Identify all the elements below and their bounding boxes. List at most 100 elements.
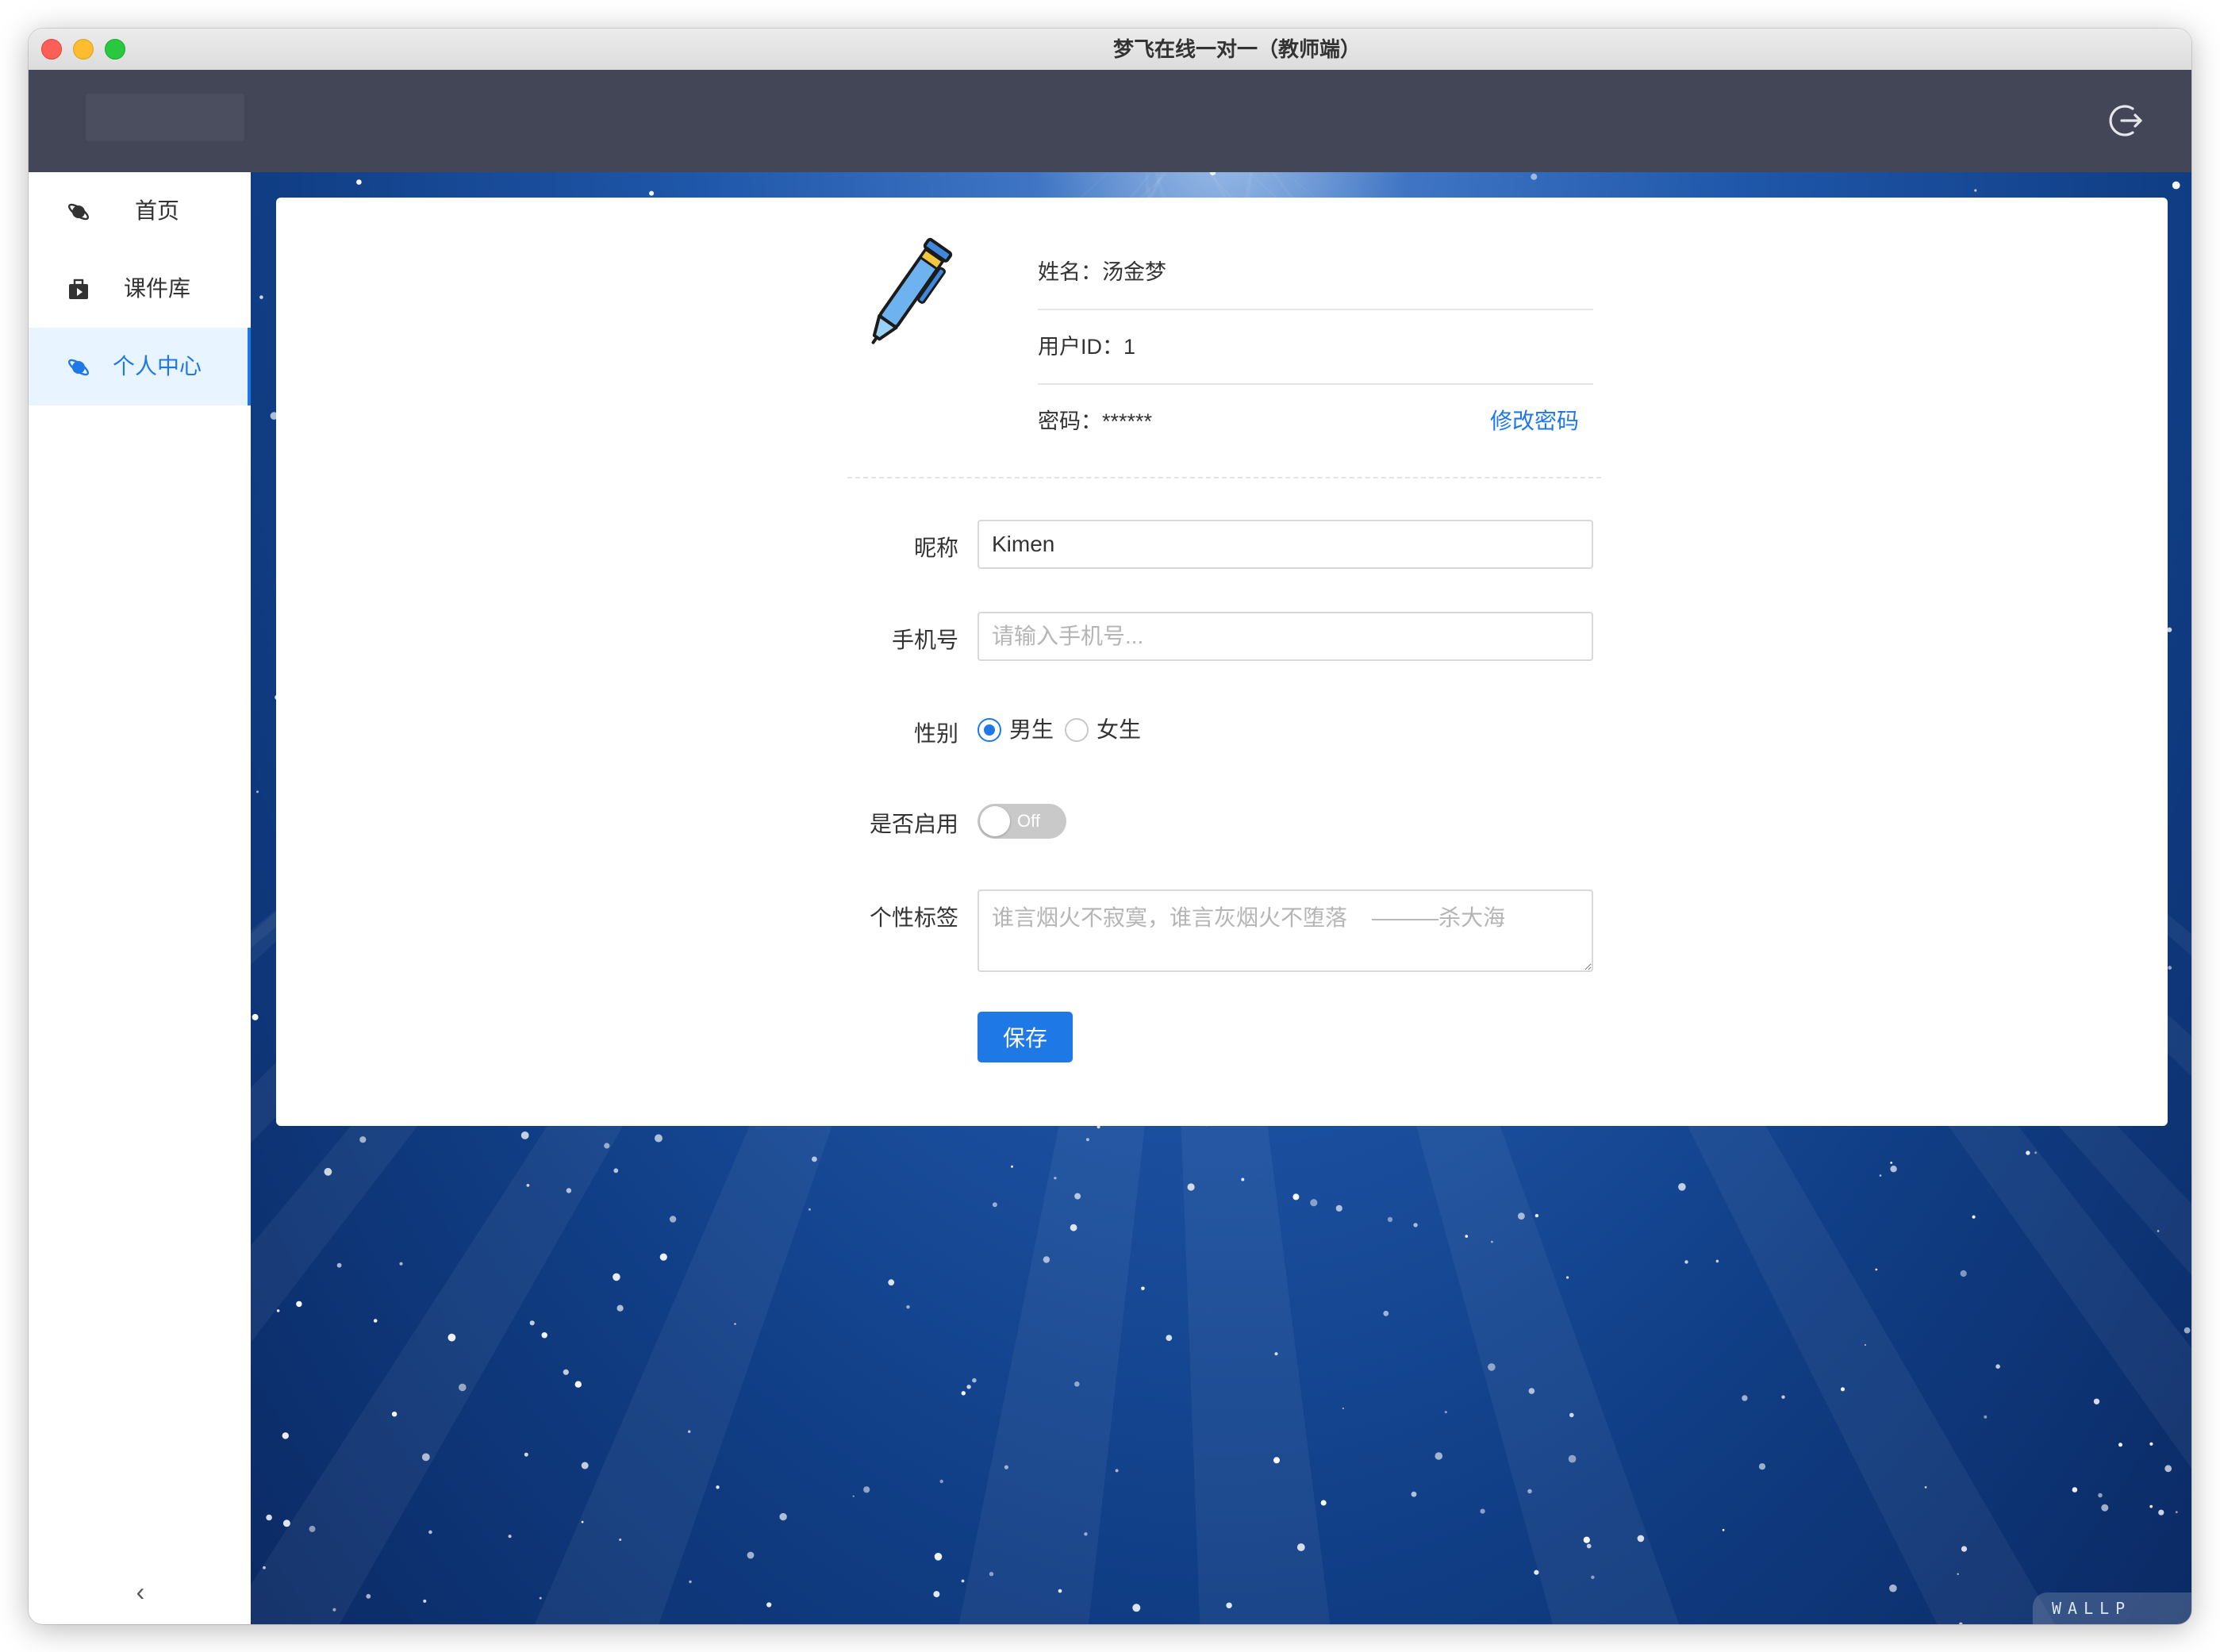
star <box>1875 1268 1878 1271</box>
star <box>1961 1546 1968 1552</box>
gender-female-label[interactable]: 女生 <box>1097 718 1141 742</box>
star <box>734 1323 736 1325</box>
star <box>1758 1463 1766 1470</box>
star <box>688 1430 691 1433</box>
enabled-toggle[interactable]: Off <box>977 804 1066 839</box>
star <box>1890 1166 1897 1173</box>
star <box>1141 1286 1145 1291</box>
star <box>541 1332 547 1339</box>
star <box>2072 1487 2078 1493</box>
star <box>1411 1491 1417 1497</box>
star <box>1534 1569 1539 1575</box>
sidebar-item-profile[interactable]: 个人中心 <box>29 328 251 405</box>
gender-male-radio[interactable] <box>977 718 1001 742</box>
title-bar: 梦飞在线一对一（教师端） <box>29 29 2191 71</box>
phone-input[interactable] <box>977 612 1593 661</box>
sidebar-item-home[interactable]: 首页 <box>29 172 251 250</box>
star <box>852 1495 855 1497</box>
star <box>1864 1343 1866 1347</box>
star <box>581 1462 589 1470</box>
star <box>1974 189 1977 192</box>
star <box>689 1580 692 1584</box>
change-password-link[interactable]: 修改密码 <box>1490 385 1579 458</box>
star <box>1528 1388 1535 1394</box>
signature-textarea[interactable] <box>977 889 1593 972</box>
star <box>1132 1604 1141 1612</box>
star <box>421 1453 430 1462</box>
star <box>1488 1363 1496 1371</box>
profile-card: 姓名：汤金梦 用户ID：1 密码：****** 修改密码 昵称 手机号 性别 男… <box>276 198 2168 1126</box>
star <box>1491 1240 1493 1243</box>
name-value: 汤金梦 <box>1102 260 1166 284</box>
star <box>2172 181 2180 190</box>
star <box>2175 1511 2178 1514</box>
save-button[interactable]: 保存 <box>977 1012 1073 1062</box>
star <box>655 1134 663 1143</box>
star <box>2093 1398 2100 1405</box>
star <box>1335 1204 1342 1212</box>
star <box>747 1551 755 1559</box>
userid-value: 1 <box>1123 335 1136 359</box>
star <box>459 1383 467 1392</box>
star <box>933 1591 940 1598</box>
star <box>716 1485 720 1489</box>
logout-icon[interactable] <box>2109 102 2147 140</box>
star <box>1054 1177 1057 1180</box>
star <box>1166 1335 1173 1341</box>
star <box>520 1131 529 1139</box>
star <box>1957 1573 1959 1576</box>
star <box>581 1520 584 1523</box>
star <box>1115 1469 1119 1473</box>
star <box>1342 1407 1344 1410</box>
star <box>428 1530 432 1535</box>
star <box>1043 1256 1050 1263</box>
star <box>2026 1151 2030 1155</box>
star <box>2101 1504 2109 1512</box>
star <box>391 1412 398 1417</box>
sidebar-item-label: 个人中心 <box>113 354 202 378</box>
star <box>613 1168 619 1174</box>
star <box>324 1167 332 1176</box>
star <box>1444 1411 1447 1414</box>
star <box>808 1208 811 1211</box>
star <box>961 1579 965 1583</box>
star <box>373 1319 378 1323</box>
star <box>1435 1452 1443 1460</box>
star <box>659 1253 667 1261</box>
star <box>1566 1276 1569 1279</box>
star <box>1274 1352 1278 1356</box>
name-row: 姓名：汤金梦 <box>1038 236 1593 310</box>
star <box>2034 1151 2038 1154</box>
sidebar-item-courseware[interactable]: 课件库 <box>29 250 251 328</box>
star <box>613 1273 620 1281</box>
gender-male-label[interactable]: 男生 <box>1009 718 1054 742</box>
star <box>1241 1178 1245 1181</box>
star <box>1591 1575 1595 1580</box>
star <box>2149 1442 2153 1446</box>
sidebar-item-label: 课件库 <box>124 276 191 301</box>
star <box>1480 1508 1485 1514</box>
app-header <box>29 70 2191 172</box>
gender-female-radio[interactable] <box>1065 718 1089 742</box>
star <box>989 1572 994 1577</box>
star <box>1004 1465 1008 1470</box>
star <box>1226 1602 1232 1609</box>
star <box>366 1593 371 1599</box>
star <box>604 1143 610 1149</box>
watermark: WALLP <box>2033 1592 2191 1624</box>
password-value: ****** <box>1102 409 1153 433</box>
star <box>616 1304 624 1312</box>
star <box>1722 1528 1725 1531</box>
sidebar: 首页 课件库 个人中心 ‹ <box>29 172 251 1624</box>
star <box>649 190 655 196</box>
star <box>1074 1381 1080 1387</box>
star <box>2158 1509 2164 1516</box>
main-content: 姓名：汤金梦 用户ID：1 密码：****** 修改密码 昵称 手机号 性别 男… <box>251 172 2191 1624</box>
nickname-input[interactable] <box>977 520 1593 569</box>
userid-row: 用户ID：1 <box>1038 310 1593 385</box>
star <box>359 1136 367 1143</box>
collapse-sidebar-button[interactable]: ‹ <box>129 1579 152 1604</box>
star <box>566 1188 572 1193</box>
star <box>972 1377 977 1383</box>
star <box>1011 1165 1013 1168</box>
